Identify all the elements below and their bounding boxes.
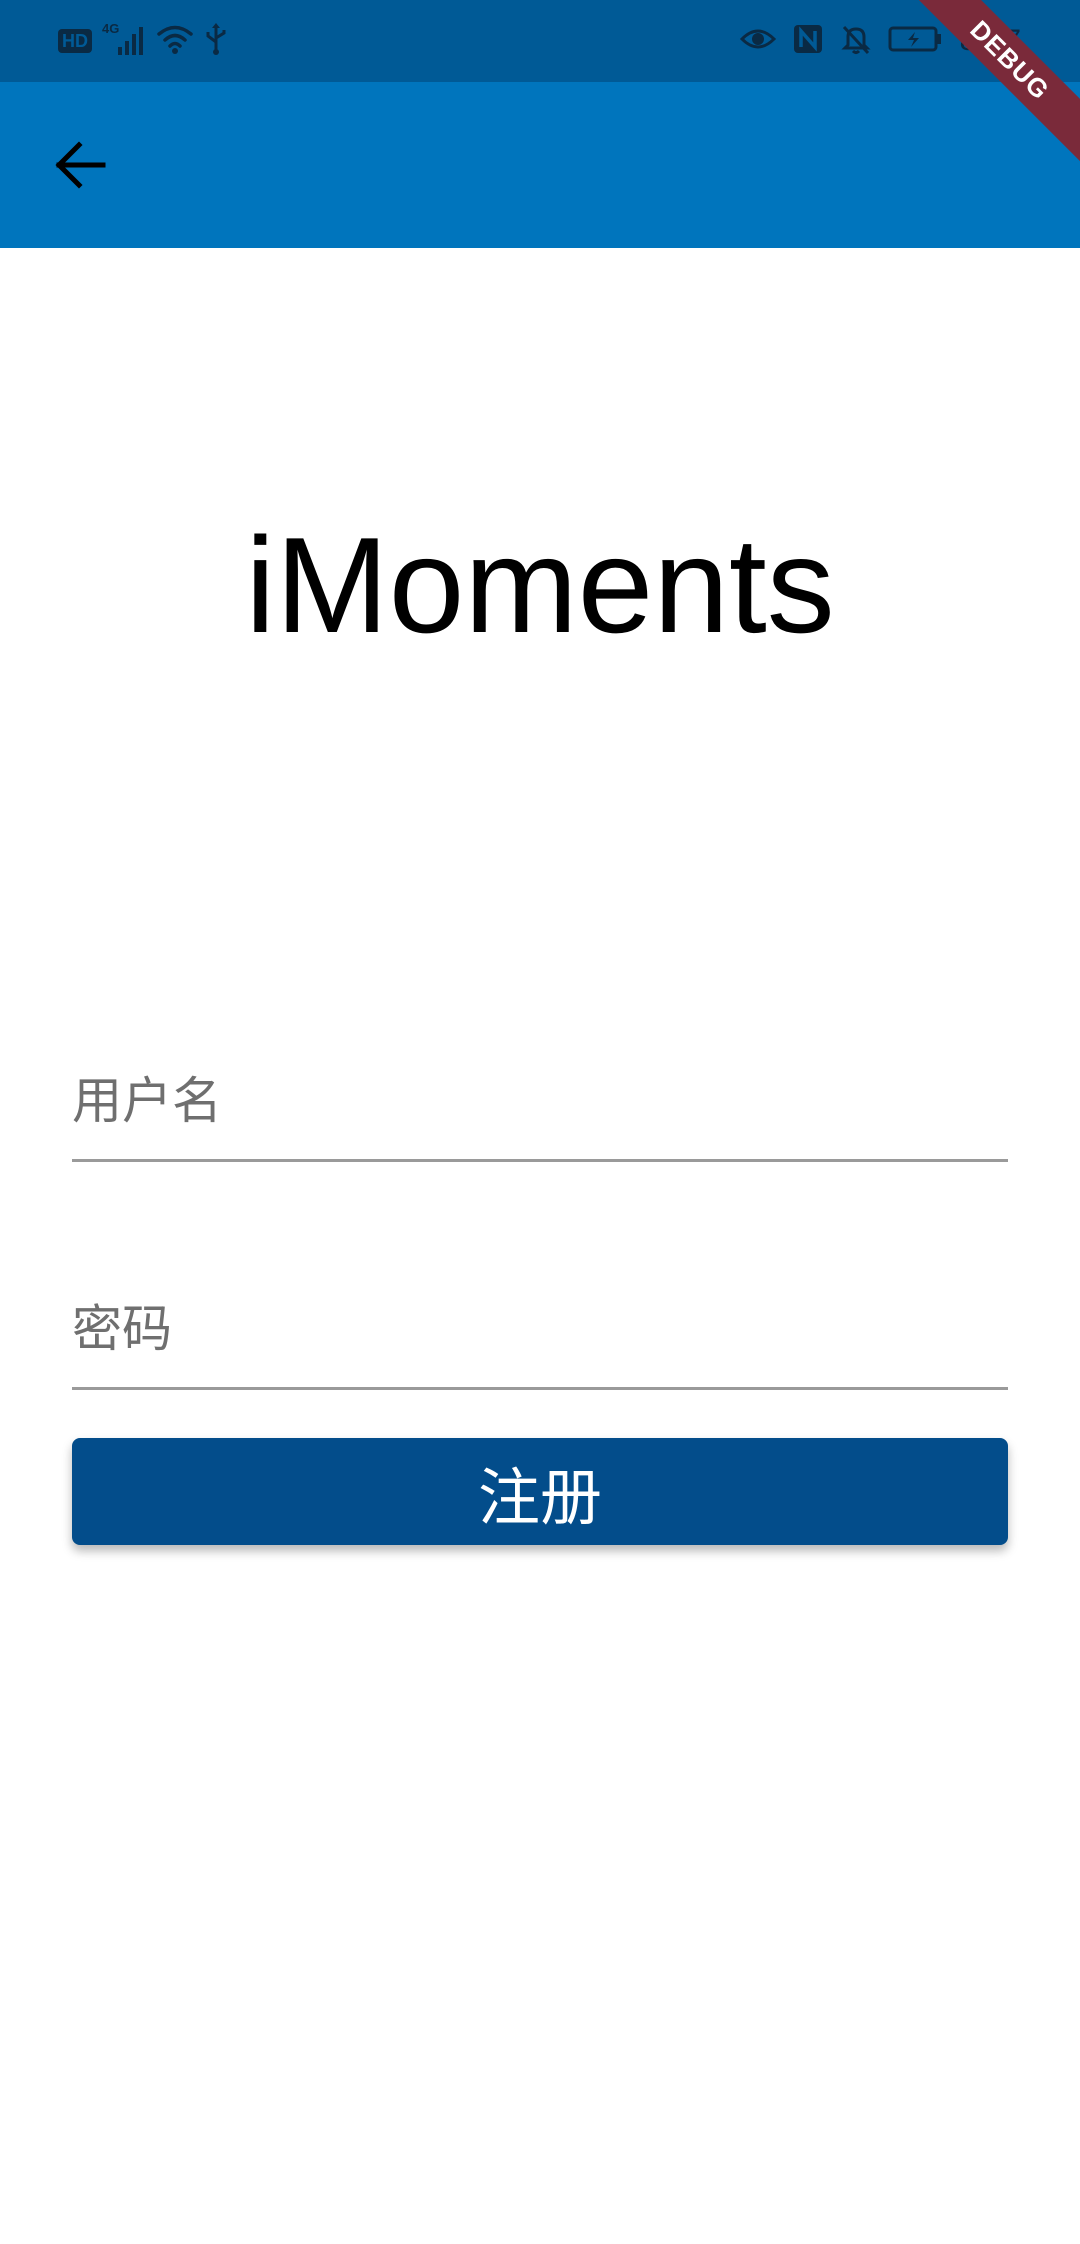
username-field xyxy=(72,1042,1008,1162)
status-bar: HD 4G 8:47 xyxy=(0,0,1080,82)
nfc-icon xyxy=(792,23,824,59)
username-underline xyxy=(72,1159,1008,1162)
back-button[interactable] xyxy=(40,125,120,205)
password-field xyxy=(72,1270,1008,1390)
eye-icon xyxy=(739,25,776,57)
battery-icon xyxy=(888,25,944,57)
signal-icon: 4G xyxy=(102,21,146,61)
arrow-left-icon xyxy=(55,141,106,189)
app-bar xyxy=(0,82,1080,248)
app-title: iMoments xyxy=(245,509,835,661)
usb-icon xyxy=(204,22,228,60)
register-button-label: 注册 xyxy=(477,1460,602,1534)
bell-off-icon xyxy=(840,23,872,59)
password-input[interactable] xyxy=(72,1270,1008,1388)
network-type-label: 4G xyxy=(102,21,119,36)
status-right-group: 8:47 xyxy=(739,20,1022,62)
username-input[interactable] xyxy=(72,1042,1008,1160)
status-left-group: HD 4G xyxy=(58,20,228,62)
wifi-icon xyxy=(156,23,194,59)
register-button[interactable]: 注册 xyxy=(72,1438,1008,1545)
hd-icon: HD xyxy=(58,29,92,53)
status-time: 8:47 xyxy=(959,24,1022,57)
register-screen: HD 4G 8:47 DEBUG iMoments 用户名 注册 xyxy=(0,0,1080,2244)
password-underline xyxy=(72,1387,1008,1390)
